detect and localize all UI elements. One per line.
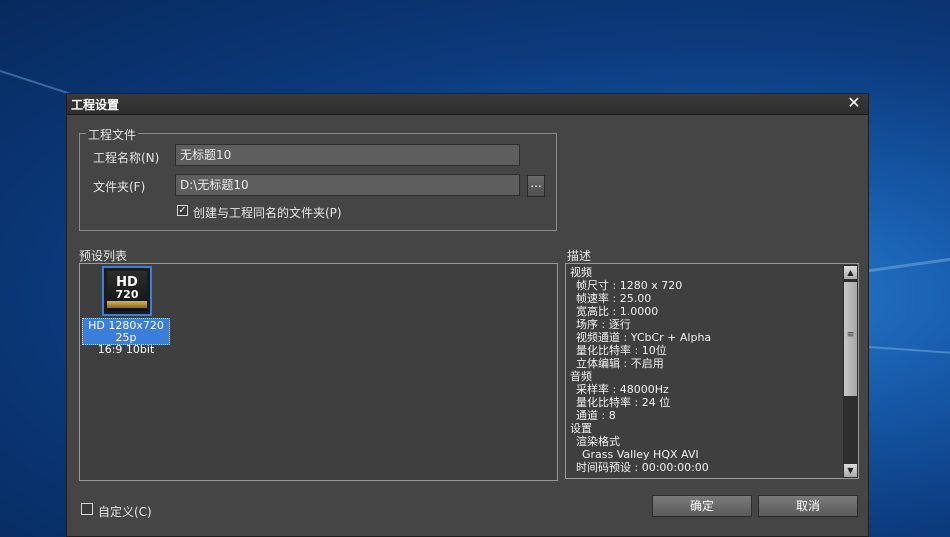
title-bar: 工程设置 ✕ — [67, 94, 868, 115]
description-line: 采样率 : 48000Hz — [576, 383, 669, 396]
description-line: 通道 : 8 — [576, 409, 616, 422]
description-line: 帧速率 : 25.00 — [576, 292, 652, 305]
description-line: 音频 — [570, 370, 592, 383]
description-line: 量化比特率 : 24 位 — [576, 396, 671, 409]
description-line: 宽高比 : 1.0000 — [576, 305, 659, 318]
project-name-label: 工程名称(N) — [93, 151, 160, 165]
create-folder-label: 创建与工程同名的文件夹(P) — [193, 206, 342, 220]
dialog-title: 工程设置 — [71, 98, 120, 112]
ok-button[interactable]: 确定 — [652, 495, 752, 517]
description-line: Grass Valley HQX AVI — [582, 448, 699, 461]
preset-caption-line1: HD 1280x720 25p — [88, 319, 164, 344]
project-file-group-label: 工程文件 — [86, 126, 139, 143]
description-line: 视频通道 : YCbCr + Alpha — [576, 331, 712, 344]
folder-input[interactable]: D:\无标题10 — [175, 174, 520, 196]
preset-list-panel: HD 720 HD 1280x720 25p 16:9 10bit — [79, 263, 558, 481]
preset-caption-line2: 16:9 10bit — [97, 343, 155, 356]
description-line: 立体编辑 : 不启用 — [576, 357, 664, 370]
project-settings-dialog: 工程设置 ✕ 工程文件 工程名称(N) 无标题10 文件夹(F) D:\无标题1… — [66, 93, 869, 537]
scroll-down-icon[interactable]: ▼ — [844, 464, 857, 477]
preset-caption: HD 1280x720 25p 16:9 10bit — [82, 318, 170, 356]
custom-label: 自定义(C) — [98, 505, 152, 519]
description-line: 场序 : 逐行 — [576, 318, 631, 331]
description-line: 渲染格式 — [576, 435, 620, 448]
create-folder-checkbox[interactable]: ✓ — [177, 205, 188, 216]
grip-icon: ≡ — [846, 330, 855, 340]
description-line: 量化比特率 : 10位 — [576, 344, 667, 357]
description-label: 描述 — [567, 249, 592, 263]
description-line: 帧尺寸 : 1280 x 720 — [576, 279, 683, 292]
project-name-input[interactable]: 无标题10 — [175, 144, 520, 166]
custom-checkbox[interactable] — [81, 503, 93, 515]
cancel-button[interactable]: 取消 — [758, 495, 858, 517]
scrollbar-thumb[interactable]: ≡ — [844, 282, 857, 396]
folder-label: 文件夹(F) — [93, 180, 146, 194]
description-scrollbar[interactable]: ▲ ≡ ▼ — [843, 265, 858, 478]
scroll-up-icon[interactable]: ▲ — [844, 266, 857, 279]
preset-list-label: 预设列表 — [79, 249, 128, 263]
hd-720-icon: HD 720 — [102, 266, 152, 316]
preset-item-hd-1280x720[interactable]: HD 720 HD 1280x720 25p 16:9 10bit — [82, 266, 172, 356]
close-icon[interactable]: ✕ — [846, 94, 862, 112]
description-line: 视频 — [570, 266, 592, 279]
description-line: 时间码预设 : 00:00:00:00 — [576, 461, 709, 474]
description-line: 设置 — [570, 422, 592, 435]
browse-button[interactable]: ... — [527, 175, 545, 197]
description-panel: 视频 帧尺寸 : 1280 x 720 帧速率 : 25.00 宽高比 : 1.000… — [565, 263, 859, 479]
